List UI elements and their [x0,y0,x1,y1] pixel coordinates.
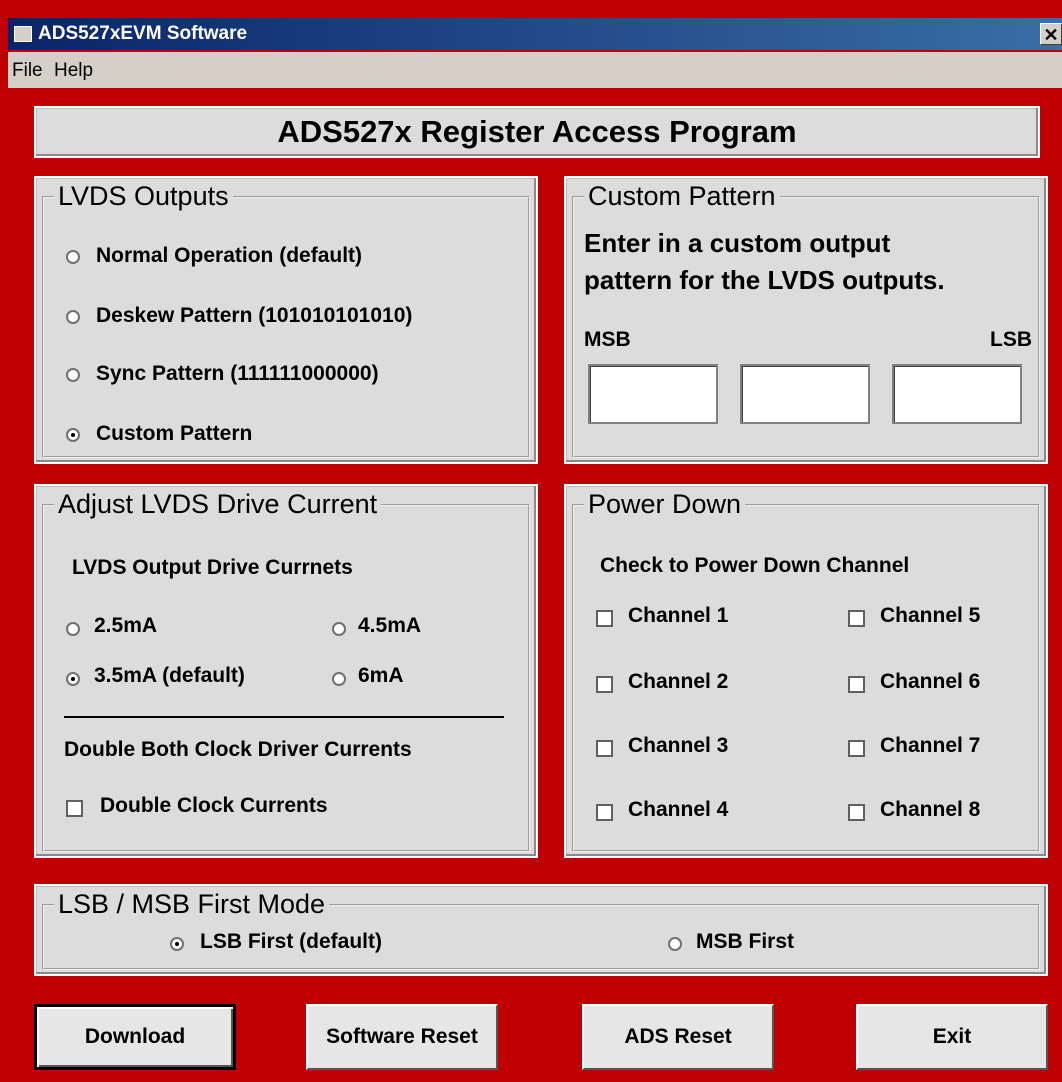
software-reset-button[interactable]: Software Reset [306,1004,498,1070]
page-title: ADS527x Register Access Program [277,114,797,149]
close-icon[interactable]: ✕ [1040,23,1062,45]
channel-7-checkbox[interactable] [848,740,865,757]
exit-button[interactable]: Exit [856,1004,1048,1070]
current-2-5ma-radio[interactable] [66,622,80,636]
msb-label: MSB [584,328,631,351]
window-title: ADS527xEVM Software [38,23,248,44]
double-clock-heading: Double Both Clock Driver Currents [64,738,412,761]
channel-7-label[interactable]: Channel 7 [880,734,980,758]
msb-first-radio[interactable] [668,937,682,951]
custom-pattern-title: Custom Pattern [584,181,780,212]
current-3-5ma-label[interactable]: 3.5mA (default) [94,664,245,688]
lsb-first-label[interactable]: LSB First (default) [200,930,382,954]
current-4-5ma-label[interactable]: 4.5mA [358,614,421,638]
lvds-outputs-title: LVDS Outputs [54,181,233,212]
sync-pattern-radio[interactable] [66,368,80,382]
menu-help[interactable]: Help [54,60,93,82]
current-6ma-label[interactable]: 6mA [358,664,404,688]
app-icon [14,26,32,42]
current-6ma-radio[interactable] [332,672,346,686]
menu-bar: File Help [8,52,1062,88]
first-mode-title: LSB / MSB First Mode [54,889,330,920]
normal-operation-label[interactable]: Normal Operation (default) [96,244,362,268]
current-2-5ma-label[interactable]: 2.5mA [94,614,157,638]
double-clock-checkbox[interactable] [66,800,83,817]
pattern-field-msb[interactable] [588,364,718,424]
channel-2-label[interactable]: Channel 2 [628,670,728,694]
custom-pattern-instructions-1: Enter in a custom output [584,228,891,258]
header-panel: ADS527x Register Access Program [34,106,1040,158]
lsb-label: LSB [990,328,1032,351]
deskew-pattern-radio[interactable] [66,310,80,324]
custom-pattern-panel: Custom Pattern Enter in a custom output … [564,176,1048,464]
lvds-outputs-panel: LVDS Outputs Normal Operation (default) … [34,176,538,464]
channel-3-checkbox[interactable] [596,740,613,757]
custom-pattern-label[interactable]: Custom Pattern [96,422,252,446]
channel-5-label[interactable]: Channel 5 [880,604,980,628]
current-3-5ma-radio[interactable] [66,672,80,686]
app-window: ADS527xEVM Software ✕ File Help ADS527x … [0,0,1062,1082]
ads-reset-button[interactable]: ADS Reset [582,1004,774,1070]
channel-2-checkbox[interactable] [596,676,613,693]
power-down-subtitle: Check to Power Down Channel [600,554,910,577]
divider [64,716,504,718]
power-down-title: Power Down [584,489,746,520]
lsb-first-radio[interactable] [170,937,184,951]
pattern-field-lsb[interactable] [892,364,1022,424]
custom-pattern-instructions-2: pattern for the LVDS outputs. [584,265,945,295]
channel-6-label[interactable]: Channel 6 [880,670,980,694]
custom-pattern-radio[interactable] [66,428,80,442]
first-mode-panel: LSB / MSB First Mode LSB First (default)… [34,884,1048,976]
download-button[interactable]: Download [34,1004,236,1070]
channel-4-checkbox[interactable] [596,804,613,821]
channel-8-checkbox[interactable] [848,804,865,821]
power-down-panel: Power Down Check to Power Down Channel C… [564,484,1048,858]
current-4-5ma-radio[interactable] [332,622,346,636]
channel-5-checkbox[interactable] [848,610,865,627]
channel-8-label[interactable]: Channel 8 [880,798,980,822]
channel-1-checkbox[interactable] [596,610,613,627]
channel-6-checkbox[interactable] [848,676,865,693]
normal-operation-radio[interactable] [66,250,80,264]
deskew-pattern-label[interactable]: Deskew Pattern (101010101010) [96,304,412,328]
drive-current-panel: Adjust LVDS Drive Current LVDS Output Dr… [34,484,538,858]
drive-current-title: Adjust LVDS Drive Current [54,489,382,520]
channel-4-label[interactable]: Channel 4 [628,798,728,822]
pattern-field-mid[interactable] [740,364,870,424]
menu-file[interactable]: File [12,60,43,82]
title-bar[interactable]: ADS527xEVM Software ✕ [8,18,1062,50]
drive-current-subtitle: LVDS Output Drive Currnets [72,556,353,579]
first-mode-group: LSB / MSB First Mode [42,889,1040,970]
double-clock-label[interactable]: Double Clock Currents [100,794,328,818]
channel-3-label[interactable]: Channel 3 [628,734,728,758]
channel-1-label[interactable]: Channel 1 [628,604,728,628]
sync-pattern-label[interactable]: Sync Pattern (111111000000) [96,362,379,386]
msb-first-label[interactable]: MSB First [696,930,794,954]
